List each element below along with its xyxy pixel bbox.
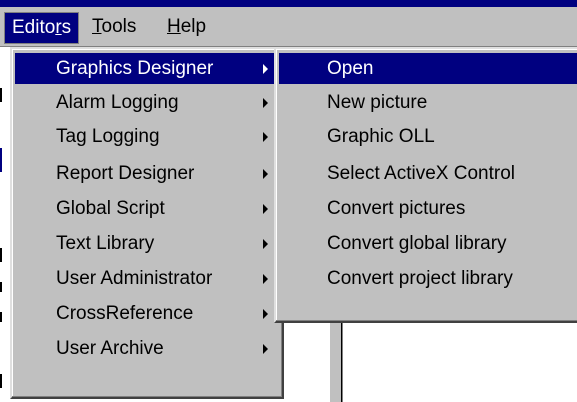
editors-dropdown-menu: Graphics Designer Alarm Logging Tag Logg… [10,47,284,399]
submenu-item-open[interactable]: Open [279,53,577,84]
submenu-arrow-icon [263,204,268,214]
menu-bar: Editors Tools Help [0,7,577,47]
menu-item-graphics-designer[interactable]: Graphics Designer [15,53,279,84]
graphics-designer-submenu: Open New picture Graphic OLL Select Acti… [274,47,577,323]
menu-tools-mnemonic: T [92,16,102,37]
submenu-arrow-icon [263,132,268,142]
menu-item-label: Text Library [56,233,155,254]
background-window-edge [0,282,2,292]
menu-item-label: Alarm Logging [56,92,179,113]
menu-editors[interactable]: Editors [4,12,80,44]
menu-item-label: Graphics Designer [56,58,214,79]
background-window-border [341,322,342,402]
submenu-item-convert-global-library[interactable]: Convert global library [279,228,577,259]
menu-item-crossreference[interactable]: CrossReference [15,298,279,329]
submenu-arrow-icon [263,239,268,249]
menu-tools[interactable]: Tools [85,12,143,42]
submenu-arrow-icon [263,309,268,319]
background-window-edge [0,374,2,388]
submenu-arrow-icon [263,98,268,108]
submenu-item-graphic-oll[interactable]: Graphic OLL [279,121,577,152]
menu-item-user-administrator[interactable]: User Administrator [15,263,279,294]
menu-item-label: Global Script [56,198,165,219]
submenu-item-label: Convert project library [327,268,513,289]
title-bar-strip [0,0,577,7]
submenu-arrow-icon [263,274,268,284]
menu-tools-label: ools [101,16,137,37]
menu-item-report-designer[interactable]: Report Designer [15,158,279,189]
menu-item-text-library[interactable]: Text Library [15,228,279,259]
submenu-item-convert-pictures[interactable]: Convert pictures [279,193,577,224]
submenu-item-label: Select ActiveX Control [327,163,515,184]
menu-item-label: Report Designer [56,163,195,184]
submenu-item-label: Convert global library [327,233,507,254]
background-window-edge [0,88,2,102]
menu-item-label: Tag Logging [56,126,160,147]
menu-item-global-script[interactable]: Global Script [15,193,279,224]
submenu-arrow-icon [263,344,268,354]
menu-editors-label-a: Edito [12,17,56,38]
menu-item-alarm-logging[interactable]: Alarm Logging [15,87,279,118]
submenu-item-select-activex-control[interactable]: Select ActiveX Control [279,158,577,189]
submenu-item-new-picture[interactable]: New picture [279,87,577,118]
menu-editors-label-b: s [61,17,72,38]
menu-help[interactable]: Help [160,12,213,42]
menu-item-tag-logging[interactable]: Tag Logging [15,121,279,152]
menu-help-mnemonic: H [167,16,181,37]
submenu-item-convert-project-library[interactable]: Convert project library [279,263,577,294]
submenu-arrow-icon [263,169,268,179]
menu-item-label: CrossReference [56,303,194,324]
submenu-item-label: Convert pictures [327,198,466,219]
menu-item-user-archive[interactable]: User Archive [15,333,279,364]
submenu-item-label: Graphic OLL [327,126,435,147]
submenu-item-label: Open [327,58,374,79]
menu-item-label: User Archive [56,338,164,359]
menu-item-label: User Administrator [56,268,213,289]
background-window-edge [0,248,2,262]
background-window-edge [0,312,2,322]
submenu-item-label: New picture [327,92,428,113]
submenu-arrow-icon [263,64,268,74]
background-window-edge [0,148,2,172]
menu-help-label: elp [180,16,207,37]
